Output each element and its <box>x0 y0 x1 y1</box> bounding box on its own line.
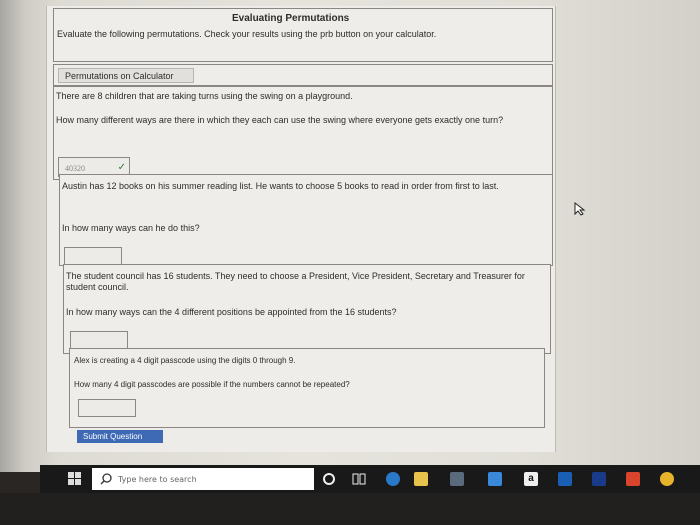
dropbox-icon[interactable] <box>558 472 572 486</box>
app-icon[interactable] <box>592 472 606 486</box>
submit-question-label: Submit Question <box>83 432 143 441</box>
mouse-cursor-icon <box>574 202 586 216</box>
cortana-icon[interactable] <box>322 472 336 486</box>
question-2-text: In how many ways can he do this? <box>62 223 200 233</box>
search-icon <box>100 473 112 485</box>
question-3-text: In how many ways can the 4 different pos… <box>66 307 397 317</box>
assignment-page: Evaluating Permutations Evaluate the fol… <box>46 6 556 452</box>
chrome-icon[interactable] <box>660 472 674 486</box>
question-4-answer-field[interactable] <box>78 399 136 417</box>
question-3: The student council has 16 students. The… <box>63 264 551 354</box>
task-view-icon[interactable] <box>352 472 366 486</box>
instructions-text: Evaluate the following permutations. Che… <box>57 29 437 39</box>
header-box: Evaluating Permutations Evaluate the fol… <box>53 8 553 62</box>
calculator-button[interactable]: Permutations on Calculator <box>58 68 194 83</box>
question-3-answer-field[interactable] <box>70 331 128 349</box>
question-2-prompt: Austin has 12 books on his summer readin… <box>62 181 499 191</box>
correct-check-icon: ✓ <box>117 162 126 173</box>
submit-question-button[interactable]: Submit Question <box>77 430 163 443</box>
question-2: Austin has 12 books on his summer readin… <box>59 174 553 266</box>
question-1-prompt: There are 8 children that are taking tur… <box>56 91 353 101</box>
calculator-button-label: Permutations on Calculator <box>65 71 174 81</box>
taskbar: Type here to search a <box>40 465 700 493</box>
browser-screen: Evaluating Permutations Evaluate the fol… <box>0 0 700 472</box>
windows-icon[interactable] <box>68 472 82 486</box>
search-placeholder: Type here to search <box>118 475 197 484</box>
question-2-answer-field[interactable] <box>64 247 122 265</box>
question-3-prompt: The student council has 16 students. The… <box>66 271 525 292</box>
page-title: Evaluating Permutations <box>232 13 350 24</box>
amazon-icon[interactable]: a <box>524 472 538 486</box>
taskbar-search-box[interactable]: Type here to search <box>92 468 314 490</box>
office-icon[interactable] <box>626 472 640 486</box>
question-1: There are 8 children that are taking tur… <box>53 86 553 180</box>
question-1-text: How many different ways are there in whi… <box>56 115 504 125</box>
question-1-answer-value: 40320 <box>65 164 85 173</box>
question-4-text: How many 4 digit passcodes are possible … <box>74 380 350 389</box>
mail-icon[interactable] <box>488 472 502 486</box>
calculator-section: Permutations on Calculator <box>53 64 553 86</box>
laptop-bezel <box>0 493 700 525</box>
files-icon[interactable] <box>414 472 428 486</box>
store-icon[interactable] <box>450 472 464 486</box>
edge-icon[interactable] <box>386 472 400 486</box>
question-4: Alex is creating a 4 digit passcode usin… <box>69 348 545 428</box>
question-4-prompt: Alex is creating a 4 digit passcode usin… <box>74 356 296 365</box>
